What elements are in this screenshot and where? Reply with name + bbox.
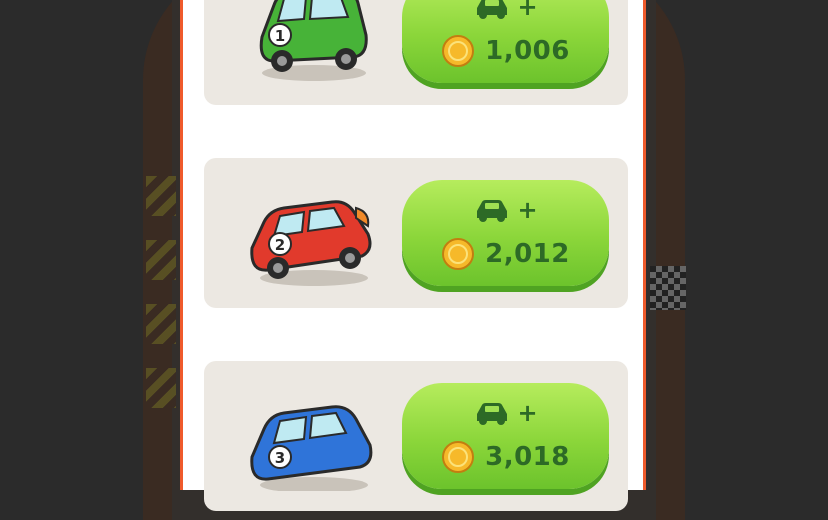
green-car-icon: 1 <box>259 0 368 81</box>
add-car-symbol: + <box>517 0 538 21</box>
buy-car-button[interactable]: + 3,018 <box>402 383 609 489</box>
track-stripe <box>146 176 176 216</box>
buy-car-button[interactable]: + 2,012 <box>402 180 609 286</box>
coin-icon <box>442 238 475 270</box>
add-car-symbol: + <box>517 399 538 427</box>
checkered-flag-marker <box>650 266 686 310</box>
add-car-symbol: + <box>517 196 538 224</box>
track-stripe <box>146 368 176 408</box>
car-icon <box>477 403 508 425</box>
car-shop-card: 3 + 3,018 <box>204 361 628 511</box>
track-stripe <box>146 304 176 344</box>
coin-icon <box>442 441 475 473</box>
buy-car-button[interactable]: + 1,006 <box>402 0 609 83</box>
car-number-label: 3 <box>275 449 285 467</box>
blue-car-icon: 3 <box>250 405 373 491</box>
price-label: 3,018 <box>485 442 570 472</box>
car-number-label: 2 <box>275 236 285 254</box>
red-car-icon: 2 <box>250 200 372 286</box>
coin-icon <box>442 35 475 67</box>
car-icon <box>477 0 508 19</box>
car-shop-card: 2 + 2,012 <box>204 158 628 308</box>
price-label: 2,012 <box>485 239 570 269</box>
car-shop-card: 1 + 1,006 <box>204 0 628 105</box>
track-stripe <box>146 240 176 280</box>
car-number-label: 1 <box>275 27 285 45</box>
car-icon <box>477 200 508 222</box>
price-label: 1,006 <box>485 36 570 66</box>
